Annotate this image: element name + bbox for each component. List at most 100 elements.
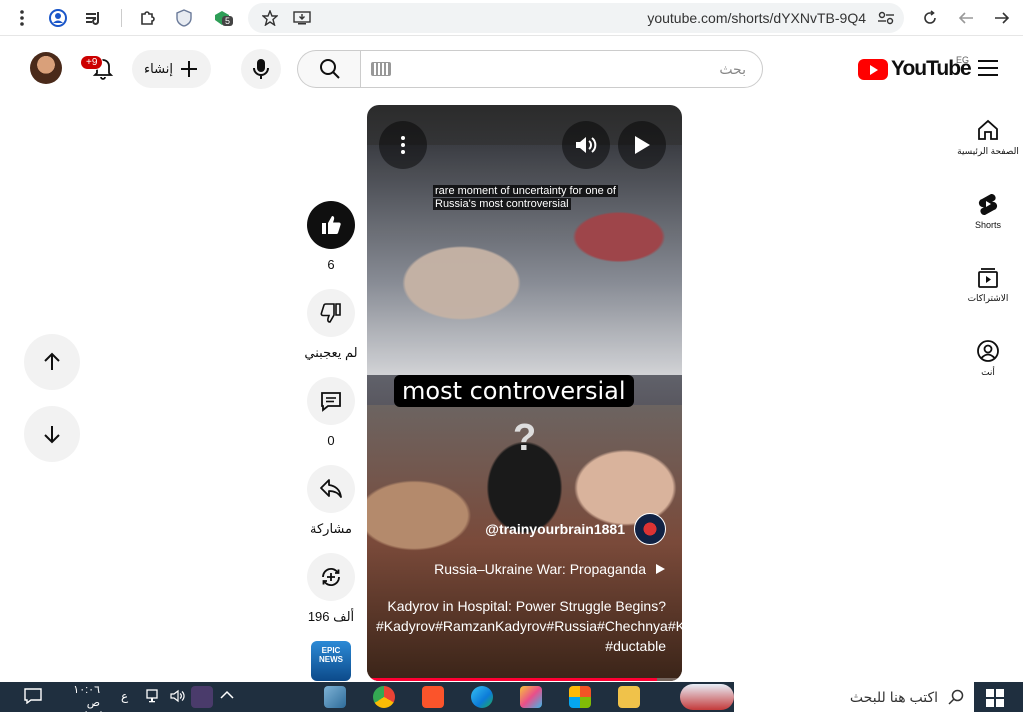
- profile-icon[interactable]: [46, 6, 70, 30]
- play-button[interactable]: [618, 121, 666, 169]
- microphone-icon: [253, 59, 269, 79]
- play-icon: [635, 136, 650, 154]
- shield-extension-icon[interactable]: [172, 6, 196, 30]
- home-icon: [978, 119, 998, 140]
- like-count: 6: [327, 257, 335, 272]
- edge-icon[interactable]: [471, 686, 493, 708]
- volume-icon: [576, 137, 597, 153]
- progress-bar[interactable]: [367, 678, 682, 681]
- taskbar-search-icon: [948, 689, 964, 705]
- question-mark-graphic: ?: [513, 417, 537, 459]
- search-icon: [319, 59, 340, 79]
- create-button[interactable]: إنشاء: [132, 50, 211, 88]
- address-bar[interactable]: youtube.com/shorts/dYXNvTB-9Q4: [248, 3, 904, 33]
- clock[interactable]: ١٠:٠٦ ص ٢٠٢٥/٠١/٢٧: [60, 684, 113, 723]
- thumbs-down-icon: [320, 303, 341, 323]
- progress-fill: [367, 678, 657, 681]
- more-vert-icon: [401, 136, 405, 154]
- create-label: إنشاء: [144, 61, 173, 76]
- notification-badge: +9: [80, 55, 104, 70]
- pen-app-icon[interactable]: [191, 686, 213, 708]
- search-input[interactable]: بحث: [360, 50, 763, 88]
- remix-button[interactable]: [307, 553, 355, 601]
- remix-action: 196 ألف: [307, 553, 355, 625]
- microsoft-store-icon[interactable]: [569, 686, 591, 708]
- playlist-play-icon: [656, 564, 665, 574]
- guide-item-shorts[interactable]: Shorts: [956, 192, 1020, 230]
- channel-name[interactable]: @trainyourbrain1881: [485, 521, 625, 537]
- channel-avatar[interactable]: [634, 513, 666, 545]
- comments-button[interactable]: [307, 377, 355, 425]
- notification-center-icon[interactable]: [24, 688, 42, 707]
- subscriptions-icon: [978, 268, 998, 288]
- caption-big: most controversial: [394, 375, 634, 407]
- guide-item-label: Shorts: [974, 220, 1001, 230]
- tray-chevron-up-icon[interactable]: [220, 689, 234, 703]
- caption-small-line2: Russia's most controversial: [433, 198, 571, 210]
- green-extension-icon[interactable]: 5: [210, 6, 234, 30]
- guide-item-subscriptions[interactable]: الاشتراكات: [956, 265, 1020, 304]
- shorts-player[interactable]: rare moment of uncertainty for one of Ru…: [367, 105, 682, 681]
- taskbar-search-input[interactable]: اكتب هنا للبحث: [734, 682, 974, 712]
- keyboard-icon[interactable]: [371, 62, 391, 76]
- remix-icon: [322, 567, 340, 587]
- input-language[interactable]: ع: [121, 689, 128, 703]
- browser-toolbar: 5 youtube.com/shorts/dYXNvTB-9Q4: [0, 0, 1023, 36]
- comment-icon: [321, 392, 341, 412]
- reload-icon[interactable]: [918, 6, 942, 30]
- url-text: youtube.com/shorts/dYXNvTB-9Q4: [647, 10, 866, 26]
- chrome-icon[interactable]: [373, 686, 395, 708]
- remix-count: 196 ألف: [307, 609, 355, 624]
- extensions-puzzle-icon[interactable]: [136, 6, 160, 30]
- video-frame-hospital: [367, 145, 682, 375]
- shorts-icon: [978, 193, 998, 216]
- caption-small-line1: rare moment of uncertainty for one of: [433, 185, 618, 197]
- thumbs-up-icon: [322, 216, 341, 234]
- search-highlight-icon[interactable]: [680, 684, 734, 710]
- share-action: مشاركة: [307, 465, 355, 537]
- install-app-icon[interactable]: [290, 6, 314, 30]
- volume-button[interactable]: [562, 121, 610, 169]
- guide-item-you[interactable]: أنت: [956, 339, 1020, 378]
- brave-icon[interactable]: [422, 686, 444, 708]
- media-control-icon[interactable]: [82, 6, 106, 30]
- share-button[interactable]: [307, 465, 355, 513]
- like-action: 6: [307, 201, 355, 272]
- dislike-action: لم يعجبني: [304, 289, 358, 361]
- youtube-logo[interactable]: YouTube: [858, 57, 972, 81]
- network-icon[interactable]: [146, 689, 162, 706]
- windows-start-icon[interactable]: [986, 689, 1004, 707]
- back-arrow-icon[interactable]: [954, 6, 978, 30]
- forward-arrow-icon[interactable]: [990, 6, 1014, 30]
- avatar[interactable]: [30, 52, 62, 84]
- playlist-link[interactable]: Russia–Ukraine War: Propaganda: [434, 561, 666, 577]
- game-app-icon[interactable]: [520, 686, 542, 708]
- more-vert-icon[interactable]: [10, 6, 34, 30]
- like-button[interactable]: [307, 201, 355, 249]
- playlist-title: Russia–Ukraine War: Propaganda: [434, 561, 646, 577]
- toolbar-divider: [121, 9, 122, 27]
- voice-search-button[interactable]: [241, 49, 281, 89]
- comment-count: 0: [327, 433, 335, 448]
- plus-icon: [180, 61, 197, 77]
- channel-row[interactable]: @trainyourbrain1881: [367, 513, 682, 547]
- file-explorer-icon[interactable]: [618, 686, 640, 708]
- next-short-thumbnail[interactable]: EPIC NEWS: [311, 641, 351, 681]
- video-title[interactable]: Kadyrov in Hospital: Power Struggle Begi…: [376, 596, 682, 656]
- share-label: مشاركة: [310, 521, 352, 536]
- volume-tray-icon[interactable]: [170, 689, 186, 706]
- bookmark-star-icon[interactable]: [258, 6, 282, 30]
- menu-hamburger-icon[interactable]: [978, 60, 998, 76]
- guide-item-home[interactable]: الصفحة الرئيسية: [956, 118, 1020, 157]
- previous-short-button[interactable]: [24, 334, 80, 390]
- next-short-button[interactable]: [24, 406, 80, 462]
- file-app-icon[interactable]: [324, 686, 346, 708]
- guide-item-label: الصفحة الرئيسية: [957, 146, 1019, 156]
- site-settings-icon[interactable]: [874, 6, 898, 30]
- country-code: EG: [956, 55, 970, 65]
- you-icon: [977, 340, 999, 362]
- player-more-button[interactable]: [379, 121, 427, 169]
- search-button[interactable]: [297, 50, 361, 88]
- dislike-button[interactable]: [307, 289, 355, 337]
- windows-taskbar: ١٠:٠٦ ص ٢٠٢٥/٠١/٢٧ ع اكتب هنا للبحث: [0, 682, 1023, 722]
